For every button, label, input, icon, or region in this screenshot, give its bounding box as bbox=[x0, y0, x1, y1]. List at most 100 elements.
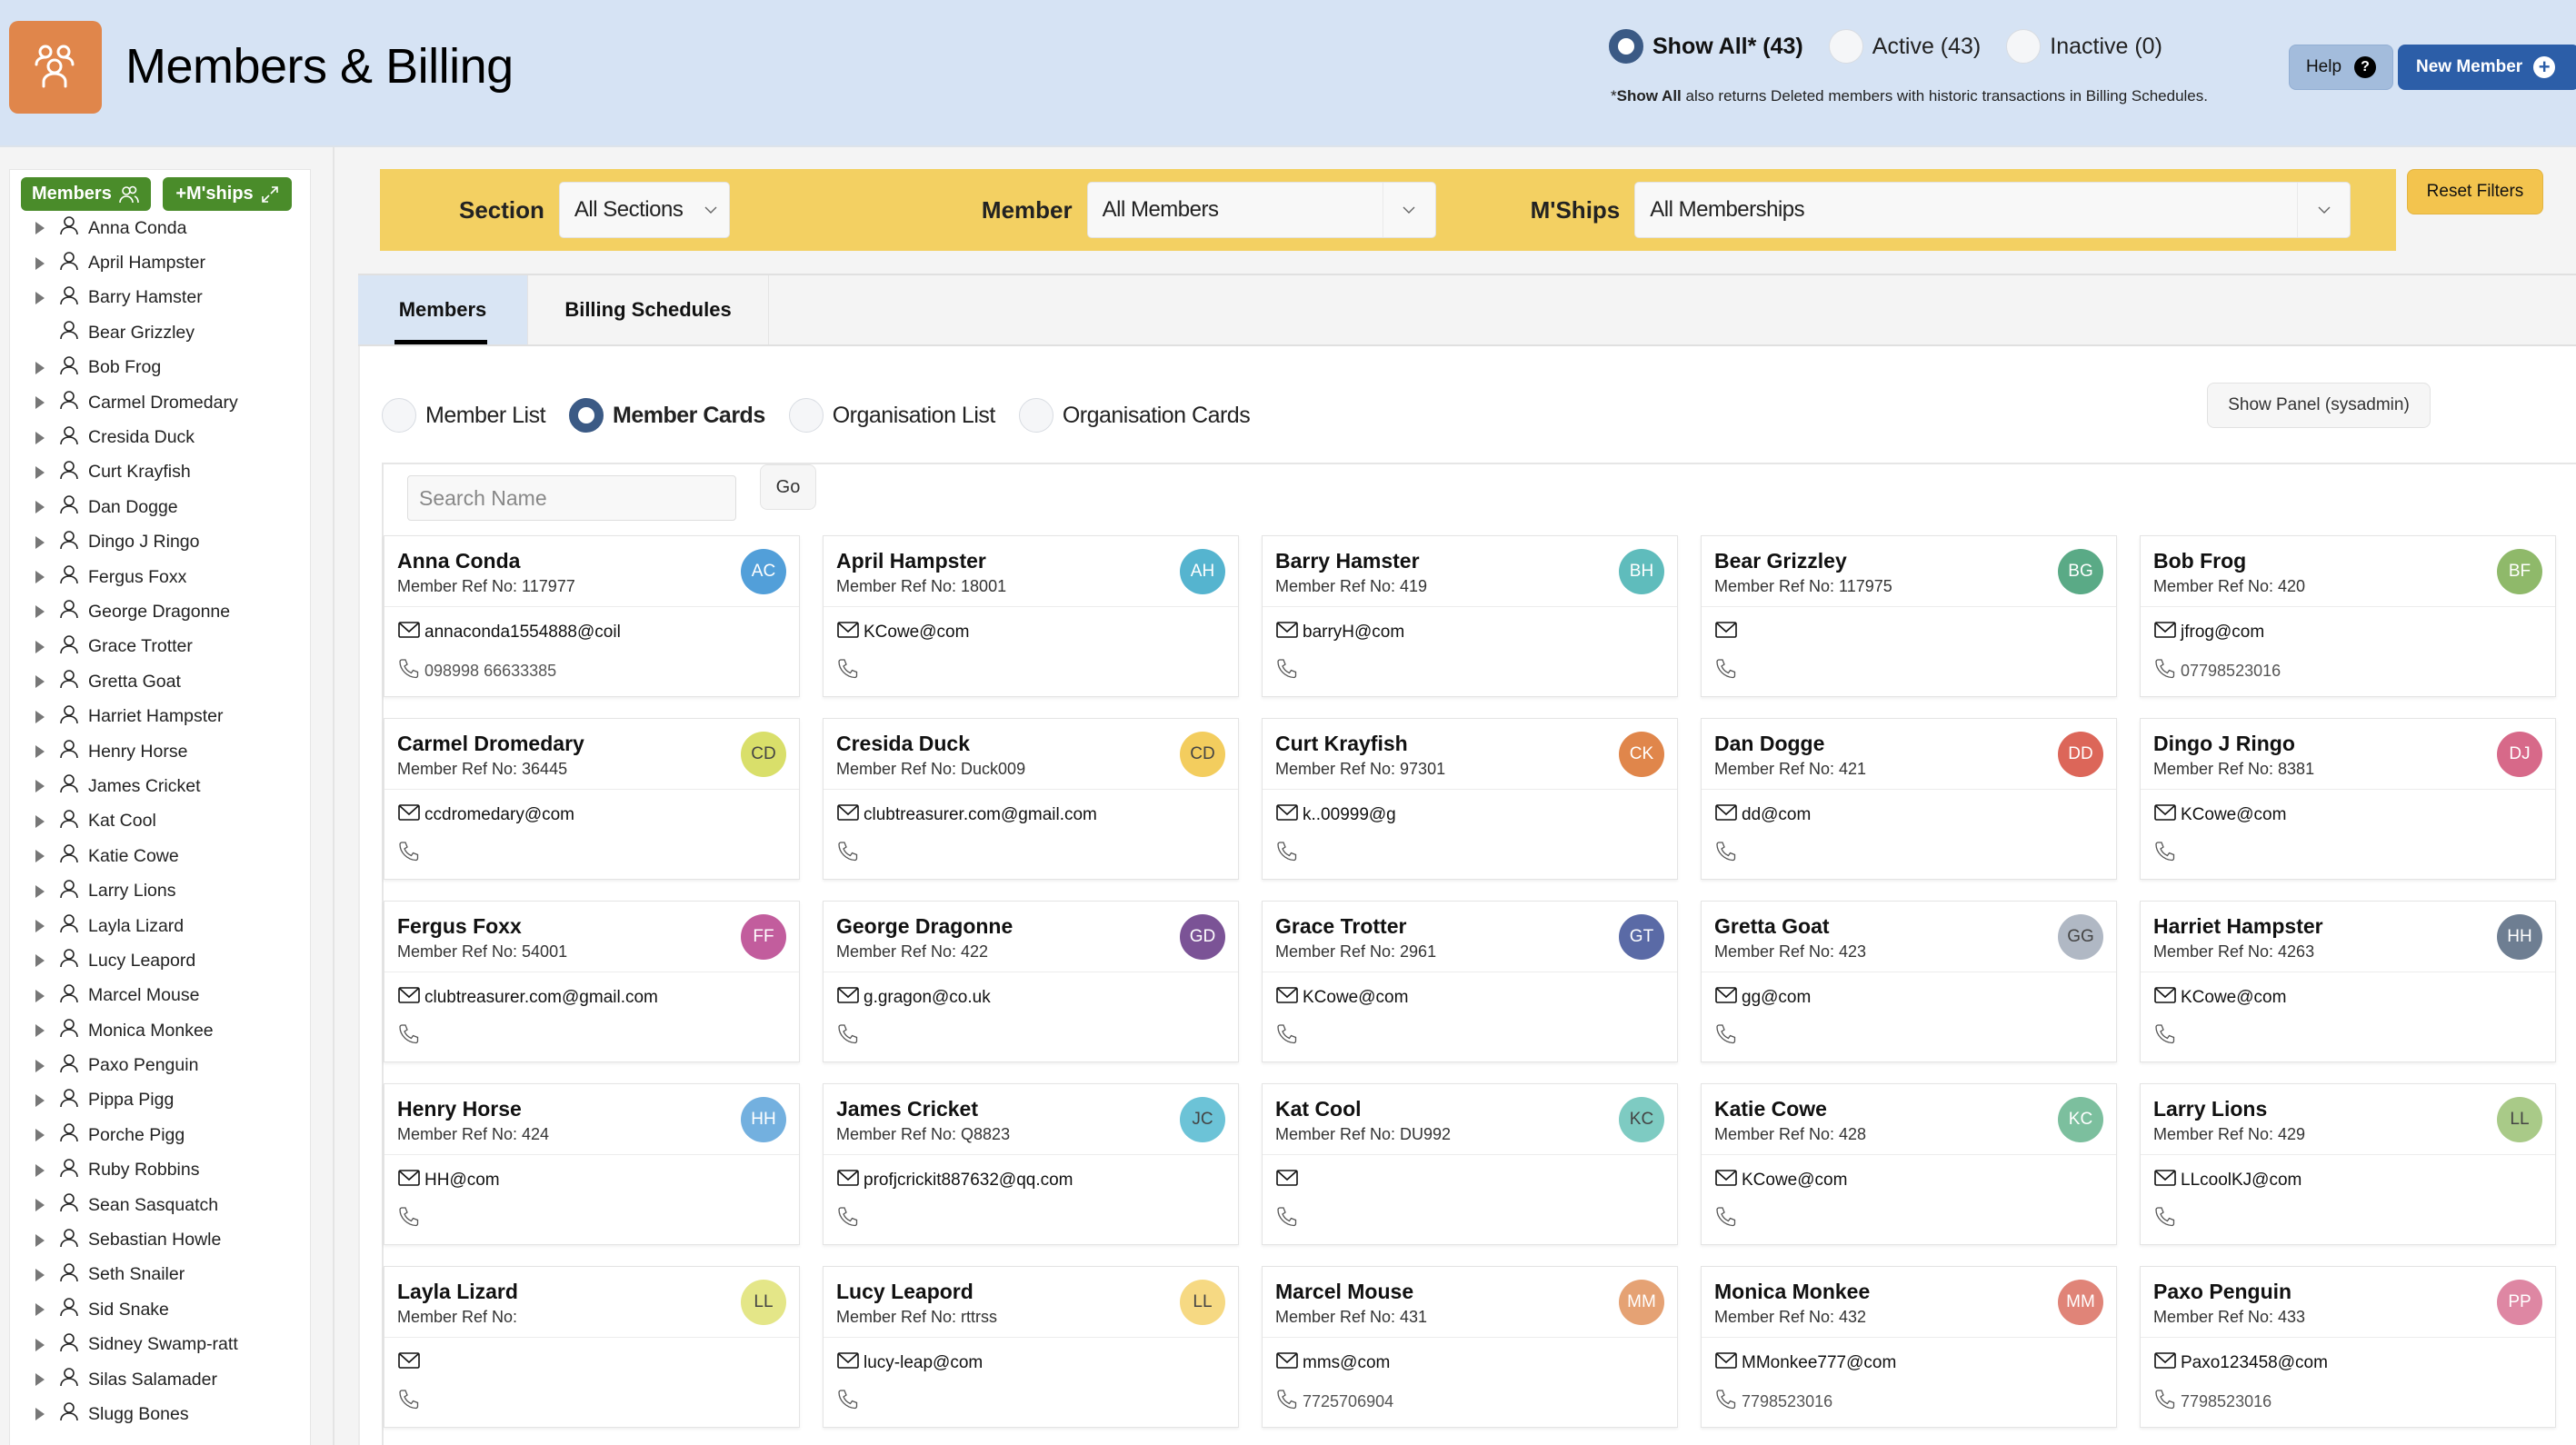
member-card[interactable]: Paxo Penguin Member Ref No: 433 PP Paxo1234… bbox=[2140, 1266, 2556, 1428]
search-name-input[interactable] bbox=[407, 475, 736, 521]
caret-right-icon[interactable] bbox=[35, 1024, 45, 1038]
caret-right-icon[interactable] bbox=[35, 1408, 45, 1421]
sidebar-member-item[interactable]: Bear Grizzley bbox=[10, 315, 310, 350]
sidebar-member-item[interactable]: Harriet Hampster bbox=[10, 699, 310, 733]
radio-active[interactable] bbox=[1828, 29, 1863, 64]
sidebar-member-item[interactable]: Layla Lizard bbox=[10, 909, 310, 943]
radio-organisation-list[interactable] bbox=[788, 398, 824, 433]
sidebar-member-item[interactable]: Paxo Penguin bbox=[10, 1048, 310, 1082]
sidebar-member-item[interactable]: Sidney Swamp-ratt bbox=[10, 1328, 310, 1362]
caret-right-icon[interactable] bbox=[35, 431, 45, 444]
caret-right-icon[interactable] bbox=[35, 1129, 45, 1142]
show-panel-button[interactable]: Show Panel (sysadmin) bbox=[2207, 383, 2431, 428]
member-card[interactable]: Dan Dogge Member Ref No: 421 DD dd@com bbox=[1701, 718, 2117, 880]
caret-right-icon[interactable] bbox=[35, 256, 45, 270]
section-select[interactable]: All Sections bbox=[558, 182, 730, 238]
caret-right-icon[interactable] bbox=[35, 396, 45, 410]
sidebar-member-item[interactable]: Katie Cowe bbox=[10, 839, 310, 873]
sidebar-member-item[interactable]: George Dragonne bbox=[10, 594, 310, 629]
tab-members[interactable]: Members bbox=[358, 275, 527, 344]
caret-right-icon[interactable] bbox=[35, 989, 45, 1002]
member-card[interactable]: Bob Frog Member Ref No: 420 BF jfrog@com 077… bbox=[2140, 535, 2556, 697]
caret-right-icon[interactable] bbox=[35, 1163, 45, 1177]
member-card[interactable]: Carmel Dromedary Member Ref No: 36445 CD cc… bbox=[384, 718, 800, 880]
radio-member-cards[interactable] bbox=[569, 398, 604, 433]
caret-right-icon[interactable] bbox=[35, 745, 45, 759]
member-card[interactable]: Cresida Duck Member Ref No: Duck009 CD club… bbox=[823, 718, 1239, 880]
members-tree-button[interactable]: Members bbox=[21, 177, 151, 211]
sidebar-member-item[interactable]: Seth Snailer bbox=[10, 1258, 310, 1292]
caret-right-icon[interactable] bbox=[35, 222, 45, 235]
help-button[interactable]: Help ? bbox=[2289, 45, 2393, 90]
sidebar-member-item[interactable]: April Hampster bbox=[10, 245, 310, 280]
caret-right-icon[interactable] bbox=[35, 361, 45, 374]
sidebar-member-item[interactable]: Curt Krayfish bbox=[10, 455, 310, 490]
member-card[interactable]: Anna Conda Member Ref No: 117977 AC annacon… bbox=[384, 535, 800, 697]
sidebar-member-item[interactable]: Pippa Pigg bbox=[10, 1083, 310, 1118]
caret-right-icon[interactable] bbox=[35, 605, 45, 619]
sidebar-member-item[interactable]: Dan Dogge bbox=[10, 490, 310, 524]
member-card[interactable]: Curt Krayfish Member Ref No: 97301 CK k..00… bbox=[1262, 718, 1678, 880]
sidebar-member-item[interactable]: Carmel Dromedary bbox=[10, 385, 310, 420]
member-card[interactable]: Layla Lizard Member Ref No: LL bbox=[384, 1266, 800, 1428]
caret-right-icon[interactable] bbox=[35, 920, 45, 932]
caret-right-icon[interactable] bbox=[35, 1199, 45, 1212]
member-card[interactable]: Marcel Mouse Member Ref No: 431 MM mms@com 7… bbox=[1262, 1266, 1678, 1428]
caret-right-icon[interactable] bbox=[35, 1268, 45, 1281]
sidebar-member-item[interactable]: Grace Trotter bbox=[10, 630, 310, 664]
member-card[interactable]: April Hampster Member Ref No: 18001 AH KCow… bbox=[823, 535, 1239, 697]
sidebar-member-item[interactable]: Anna Conda bbox=[10, 211, 310, 245]
status-option-show-all[interactable]: Show All* (43) bbox=[1609, 29, 1803, 64]
sidebar-member-item[interactable]: Ruby Robbins bbox=[10, 1153, 310, 1188]
member-card[interactable]: George Dragonne Member Ref No: 422 GD g.gra… bbox=[823, 901, 1239, 1062]
sidebar-member-item[interactable]: Monica Monkee bbox=[10, 1013, 310, 1048]
caret-right-icon[interactable] bbox=[35, 1233, 45, 1247]
caret-right-icon[interactable] bbox=[35, 501, 45, 514]
member-card[interactable]: Barry Hamster Member Ref No: 419 BH barryH@… bbox=[1262, 535, 1678, 697]
status-option-active[interactable]: Active (43) bbox=[1828, 29, 1981, 64]
sidebar-member-item[interactable]: Sid Snake bbox=[10, 1292, 310, 1327]
member-card[interactable]: James Cricket Member Ref No: Q8823 JC profj… bbox=[823, 1083, 1239, 1245]
caret-right-icon[interactable] bbox=[35, 1093, 45, 1107]
sidebar-member-item[interactable]: Bob Frog bbox=[10, 351, 310, 385]
sidebar-member-item[interactable]: Sean Sasquatch bbox=[10, 1188, 310, 1222]
member-card[interactable]: Henry Horse Member Ref No: 424 HH HH@com bbox=[384, 1083, 800, 1245]
sidebar-member-item[interactable]: Gretta Goat bbox=[10, 664, 310, 699]
caret-right-icon[interactable] bbox=[35, 884, 45, 898]
sidebar-member-item[interactable]: Marcel Mouse bbox=[10, 979, 310, 1013]
sidebar-member-item[interactable]: Lucy Leapord bbox=[10, 943, 310, 978]
caret-right-icon[interactable] bbox=[35, 535, 45, 549]
view-option-member-list[interactable]: Member List bbox=[382, 398, 546, 433]
caret-right-icon[interactable] bbox=[35, 571, 45, 584]
sidebar-member-item[interactable]: Kat Cool bbox=[10, 804, 310, 839]
radio-show-all[interactable] bbox=[1609, 29, 1643, 64]
sidebar-member-item[interactable]: Larry Lions bbox=[10, 873, 310, 908]
caret-right-icon[interactable] bbox=[35, 1303, 45, 1317]
caret-right-icon[interactable] bbox=[35, 710, 45, 723]
member-card[interactable]: Grace Trotter Member Ref No: 2961 GT KCowe@… bbox=[1262, 901, 1678, 1062]
sidebar-member-item[interactable]: Cresida Duck bbox=[10, 420, 310, 454]
reset-filters-button[interactable]: Reset Filters bbox=[2407, 169, 2543, 214]
sidebar-member-item[interactable]: Fergus Foxx bbox=[10, 560, 310, 594]
memberships-tree-button[interactable]: +M'ships bbox=[163, 177, 292, 211]
caret-right-icon[interactable] bbox=[35, 465, 45, 479]
caret-right-icon[interactable] bbox=[35, 291, 45, 304]
view-option-organisation-cards[interactable]: Organisation Cards bbox=[1018, 398, 1251, 433]
sidebar-member-item[interactable]: James Cricket bbox=[10, 769, 310, 803]
search-go-button[interactable]: Go bbox=[760, 464, 816, 510]
caret-right-icon[interactable] bbox=[35, 675, 45, 689]
status-option-inactive[interactable]: Inactive (0) bbox=[2006, 29, 2162, 64]
new-member-button[interactable]: New Member + bbox=[2398, 45, 2576, 90]
view-option-member-cards[interactable]: Member Cards bbox=[569, 398, 765, 433]
caret-right-icon[interactable] bbox=[35, 954, 45, 968]
sidebar-member-item[interactable]: Porche Pigg bbox=[10, 1118, 310, 1152]
member-select[interactable]: All Members bbox=[1086, 182, 1436, 238]
member-card[interactable]: Lucy Leapord Member Ref No: rttrss LL lucy-… bbox=[823, 1266, 1239, 1428]
caret-right-icon[interactable] bbox=[35, 1338, 45, 1351]
caret-right-icon[interactable] bbox=[35, 814, 45, 828]
member-card[interactable]: Bear Grizzley Member Ref No: 117975 BG bbox=[1701, 535, 2117, 697]
sidebar-member-item[interactable]: Barry Hamster bbox=[10, 281, 310, 315]
radio-inactive[interactable] bbox=[2006, 29, 2042, 64]
caret-right-icon[interactable] bbox=[35, 780, 45, 793]
caret-right-icon[interactable] bbox=[35, 1059, 45, 1072]
